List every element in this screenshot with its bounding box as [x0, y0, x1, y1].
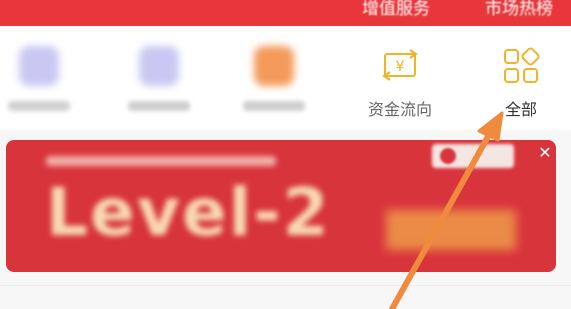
annotation-arrow-icon [389, 111, 504, 309]
